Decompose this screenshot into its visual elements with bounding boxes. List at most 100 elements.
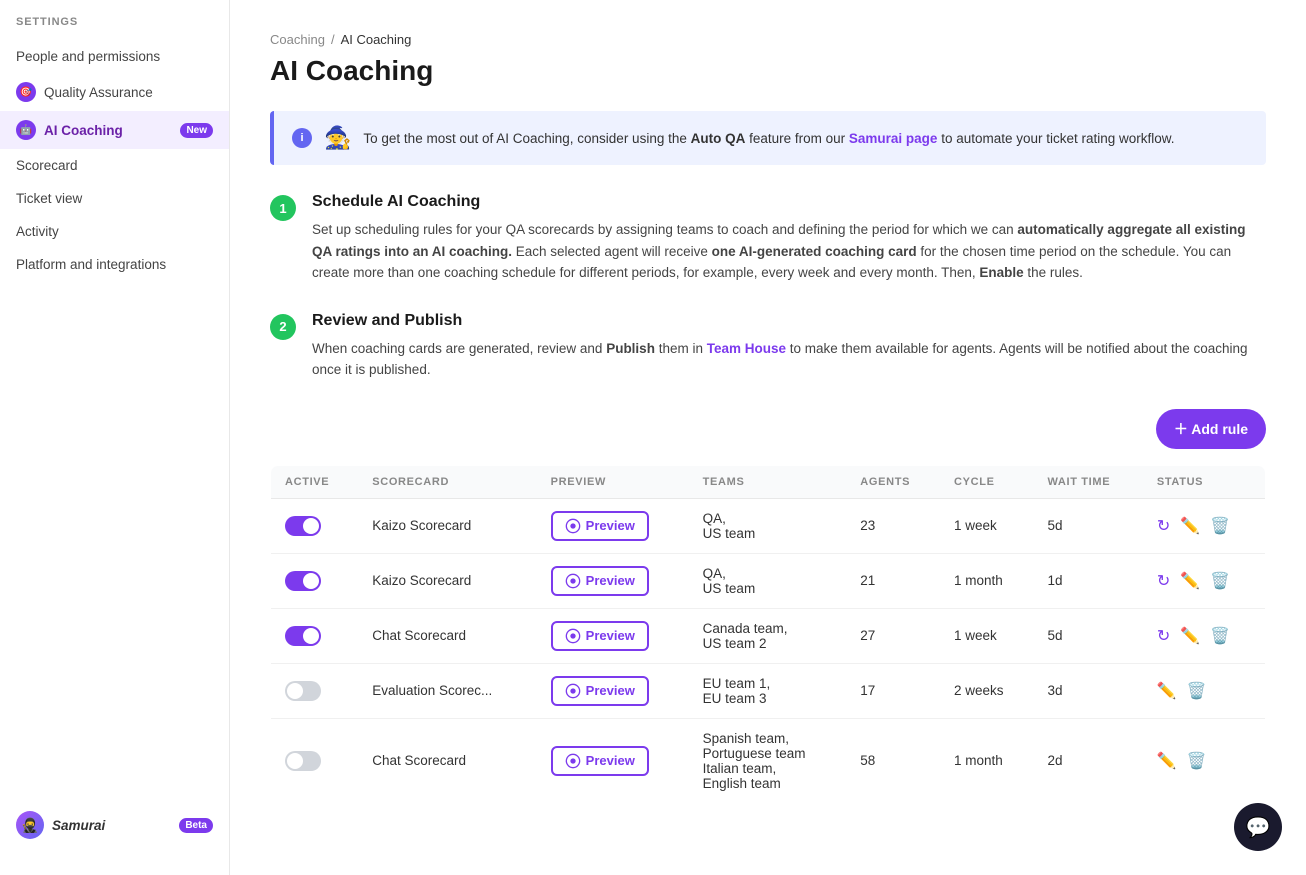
sync-icon-0[interactable]: ↻ xyxy=(1157,516,1170,536)
step-2-desc: When coaching cards are generated, revie… xyxy=(312,338,1266,381)
table-row: Evaluation Scorec... Preview EU team 1,E… xyxy=(271,663,1266,718)
cell-wait-time-4: 2d xyxy=(1033,718,1142,803)
chat-button[interactable]: 💬 xyxy=(1234,803,1282,851)
cell-wait-time-2: 5d xyxy=(1033,608,1142,663)
preview-icon-1 xyxy=(565,573,581,589)
sidebar-title: SETTINGS xyxy=(0,16,229,40)
cell-teams-3: EU team 1,EU team 3 xyxy=(689,663,847,718)
cell-teams-0: QA,US team xyxy=(689,498,847,553)
sidebar-item-activity[interactable]: Activity xyxy=(0,215,229,248)
cell-agents-2: 27 xyxy=(846,608,940,663)
step-2: 2 Review and Publish When coaching cards… xyxy=(270,312,1266,381)
sync-icon-2[interactable]: ↻ xyxy=(1157,626,1170,646)
delete-icon-2[interactable]: 🗑️ xyxy=(1210,626,1230,646)
preview-label: Preview xyxy=(586,518,635,533)
banner-text: To get the most out of AI Coaching, cons… xyxy=(363,131,1174,146)
preview-label: Preview xyxy=(586,628,635,643)
table-header-row: ACTIVE SCORECARD PREVIEW TEAMS AGENTS CY… xyxy=(271,465,1266,498)
edit-icon-2[interactable]: ✏️ xyxy=(1180,626,1200,646)
cell-status-1: ↻ ✏️ 🗑️ xyxy=(1143,553,1266,608)
delete-icon-4[interactable]: 🗑️ xyxy=(1187,751,1207,771)
sidebar-item-people-permissions[interactable]: People and permissions xyxy=(0,40,229,73)
add-rule-button[interactable]: ＋ Add rule xyxy=(1156,409,1266,449)
cell-preview-3: Preview xyxy=(537,663,689,718)
cell-active-4 xyxy=(271,718,359,803)
sidebar-item-samurai[interactable]: 🥷 Samurai Beta xyxy=(16,803,213,847)
cell-cycle-3: 2 weeks xyxy=(940,663,1033,718)
preview-button-3[interactable]: Preview xyxy=(551,676,649,706)
sidebar-item-ai-coaching[interactable]: 🤖 AI Coaching New xyxy=(0,111,229,149)
banner-emoji: 🧙 xyxy=(324,125,351,151)
cell-preview-0: Preview xyxy=(537,498,689,553)
breadcrumb-separator: / xyxy=(331,32,335,47)
cell-wait-time-1: 1d xyxy=(1033,553,1142,608)
sidebar-item-label: Quality Assurance xyxy=(44,85,153,100)
edit-icon-4[interactable]: ✏️ xyxy=(1157,751,1177,771)
edit-icon-1[interactable]: ✏️ xyxy=(1180,571,1200,591)
delete-icon-3[interactable]: 🗑️ xyxy=(1187,681,1207,701)
edit-icon-0[interactable]: ✏️ xyxy=(1180,516,1200,536)
cell-status-2: ↻ ✏️ 🗑️ xyxy=(1143,608,1266,663)
samurai-label: Samurai xyxy=(52,818,105,833)
delete-icon-1[interactable]: 🗑️ xyxy=(1210,571,1230,591)
step-1-content: Schedule AI Coaching Set up scheduling r… xyxy=(312,193,1266,284)
cell-teams-4: Spanish team,Portuguese teamItalian team… xyxy=(689,718,847,803)
cell-active-1 xyxy=(271,553,359,608)
toggle-1[interactable] xyxy=(285,571,321,591)
action-icons-0: ↻ ✏️ 🗑️ xyxy=(1157,516,1251,536)
action-icons-4: ✏️ 🗑️ xyxy=(1157,751,1251,771)
sidebar-item-platform-integrations[interactable]: Platform and integrations xyxy=(0,248,229,281)
preview-icon-3 xyxy=(565,683,581,699)
preview-button-2[interactable]: Preview xyxy=(551,621,649,651)
team-house-link[interactable]: Team House xyxy=(707,341,786,356)
sync-icon-1[interactable]: ↻ xyxy=(1157,571,1170,591)
delete-icon-0[interactable]: 🗑️ xyxy=(1210,516,1230,536)
table-row: Chat Scorecard Preview Spanish team,Port… xyxy=(271,718,1266,803)
col-scorecard: SCORECARD xyxy=(358,465,536,498)
preview-button-4[interactable]: Preview xyxy=(551,746,649,776)
rules-table: ACTIVE SCORECARD PREVIEW TEAMS AGENTS CY… xyxy=(270,465,1266,804)
cell-wait-time-0: 5d xyxy=(1033,498,1142,553)
toolbar: ＋ Add rule xyxy=(270,409,1266,449)
cell-scorecard-2: Chat Scorecard xyxy=(358,608,536,663)
sidebar: SETTINGS People and permissions 🎯 Qualit… xyxy=(0,0,230,875)
breadcrumb-parent[interactable]: Coaching xyxy=(270,32,325,47)
cell-preview-2: Preview xyxy=(537,608,689,663)
preview-label: Preview xyxy=(586,573,635,588)
table-row: Kaizo Scorecard Preview QA,US team 21 1 … xyxy=(271,553,1266,608)
cell-active-2 xyxy=(271,608,359,663)
breadcrumb: Coaching / AI Coaching xyxy=(270,32,1266,47)
sidebar-item-ticket-view[interactable]: Ticket view xyxy=(0,182,229,215)
toggle-3[interactable] xyxy=(285,681,321,701)
col-agents: AGENTS xyxy=(846,465,940,498)
col-active: ACTIVE xyxy=(271,465,359,498)
preview-button-0[interactable]: Preview xyxy=(551,511,649,541)
preview-button-1[interactable]: Preview xyxy=(551,566,649,596)
toggle-0[interactable] xyxy=(285,516,321,536)
cell-scorecard-4: Chat Scorecard xyxy=(358,718,536,803)
samurai-page-link[interactable]: Samurai page xyxy=(849,131,938,146)
preview-icon-2 xyxy=(565,628,581,644)
toggle-4[interactable] xyxy=(285,751,321,771)
step-1-number: 1 xyxy=(270,195,296,221)
col-teams: TEAMS xyxy=(689,465,847,498)
cell-scorecard-1: Kaizo Scorecard xyxy=(358,553,536,608)
cell-cycle-0: 1 week xyxy=(940,498,1033,553)
sidebar-item-scorecard[interactable]: Scorecard xyxy=(0,149,229,182)
beta-badge: Beta xyxy=(179,818,213,833)
chat-icon: 💬 xyxy=(1246,815,1271,840)
edit-icon-3[interactable]: ✏️ xyxy=(1157,681,1177,701)
cell-status-0: ↻ ✏️ 🗑️ xyxy=(1143,498,1266,553)
action-icons-2: ↻ ✏️ 🗑️ xyxy=(1157,626,1251,646)
toggle-2[interactable] xyxy=(285,626,321,646)
sidebar-item-label: Activity xyxy=(16,224,59,239)
cell-preview-1: Preview xyxy=(537,553,689,608)
ai-coaching-icon: 🤖 xyxy=(16,120,36,140)
samurai-avatar: 🥷 xyxy=(16,811,44,839)
cell-active-3 xyxy=(271,663,359,718)
sidebar-bottom: 🥷 Samurai Beta xyxy=(0,791,229,859)
sidebar-item-quality-assurance[interactable]: 🎯 Quality Assurance xyxy=(0,73,229,111)
cell-preview-4: Preview xyxy=(537,718,689,803)
sidebar-item-label: People and permissions xyxy=(16,49,160,64)
cell-agents-4: 58 xyxy=(846,718,940,803)
